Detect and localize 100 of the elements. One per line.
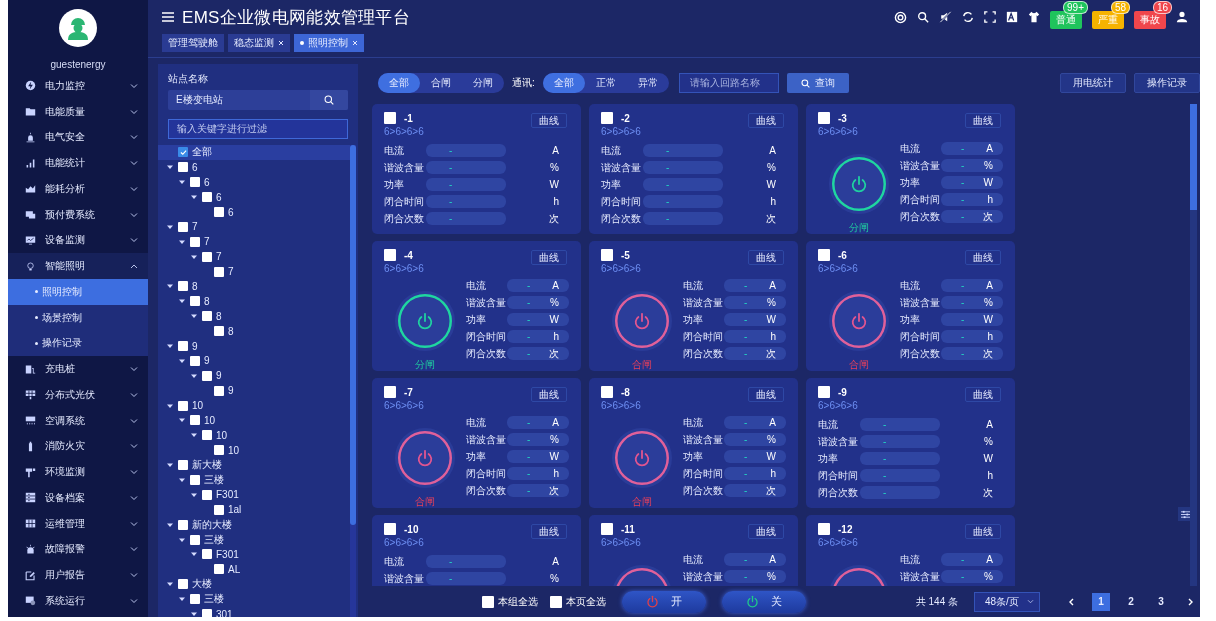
menu-item[interactable]: 分布式光伏 — [8, 382, 148, 408]
metric-label: 闭合时间 — [683, 466, 724, 481]
circuit-name: -2 — [621, 112, 630, 124]
tree-label[interactable]: F301 — [216, 489, 239, 501]
tree-label[interactable]: AL — [228, 563, 241, 575]
site-field[interactable]: E楼变电站 — [168, 90, 348, 110]
tree-label[interactable]: 8 — [192, 280, 198, 292]
menu-item[interactable]: 充电桩 — [8, 356, 148, 382]
metric-label: 闭合次数 — [900, 346, 941, 361]
page-size-select[interactable]: 48条/页 — [974, 591, 1040, 612]
menu-item[interactable]: 设备档案 — [8, 485, 148, 511]
action-button[interactable]: 用电统计 — [1060, 73, 1126, 93]
off-button[interactable]: 关 — [722, 590, 806, 613]
metric-unit: A — [985, 419, 994, 430]
metric-unit: A — [768, 145, 777, 156]
tree-label[interactable]: 三楼 — [204, 592, 224, 607]
menu-item[interactable]: 电气安全 — [8, 124, 148, 151]
circuit-path: 6>6>6>6 — [601, 126, 642, 137]
page-button[interactable]: 1 — [1092, 592, 1110, 611]
tree-label[interactable]: 7 — [204, 236, 210, 248]
action-button[interactable]: 操作记录 — [1134, 73, 1200, 93]
metric-value: - — [860, 486, 940, 499]
menu-item[interactable]: 智能照明 — [8, 253, 148, 279]
tree-label[interactable]: 7 — [228, 266, 234, 278]
tree-label[interactable]: 新的大楼 — [192, 517, 232, 532]
metric-label: 功率 — [466, 312, 487, 327]
tree-label[interactable]: 8 — [204, 295, 210, 307]
menu-item[interactable]: 环境监测 — [8, 459, 148, 485]
page-tab[interactable]: 照明控制 — [294, 34, 364, 52]
tree-label[interactable]: 三楼 — [204, 532, 224, 547]
tree-label[interactable]: 6 — [192, 161, 198, 173]
tree-label[interactable]: 10 — [216, 429, 228, 441]
menu-item[interactable]: 故障报警 — [8, 536, 148, 563]
submenu-item[interactable]: 操作记录 — [8, 330, 148, 357]
tree-label[interactable]: 9 — [192, 340, 198, 352]
curve-button[interactable]: 曲线 — [965, 523, 1001, 539]
submenu-item[interactable]: 场景控制 — [8, 304, 148, 331]
query-button[interactable]: 查询 — [786, 73, 849, 93]
curve-button[interactable]: 曲线 — [965, 249, 1001, 265]
menu-item[interactable]: 电力监控 — [8, 73, 148, 99]
tree-label[interactable]: 10 — [228, 444, 240, 456]
tree-label[interactable]: 6 — [204, 176, 210, 188]
menu-item[interactable]: 设备监测 — [8, 227, 148, 254]
page-button[interactable]: 2 — [1122, 592, 1140, 611]
curve-button[interactable]: 曲线 — [965, 386, 1001, 402]
metric-label: 闭合次数 — [818, 485, 859, 500]
tree-label[interactable]: 全部 — [192, 145, 212, 160]
tree-label[interactable]: F301 — [216, 549, 239, 560]
menu-item[interactable]: 运维管理 — [8, 510, 148, 537]
tree-label[interactable]: 9 — [204, 355, 210, 367]
curve-button[interactable]: 曲线 — [748, 112, 784, 128]
menu-item[interactable]: 预付费系统 — [8, 201, 148, 228]
menu-item[interactable]: 电能统计 — [8, 150, 148, 176]
tree-label[interactable]: 6 — [216, 191, 222, 203]
tree-label[interactable]: 大楼 — [192, 577, 212, 592]
filter-option[interactable]: 合闸 — [420, 73, 462, 93]
filter-option[interactable]: 全部 — [378, 73, 420, 93]
metric-label: 功率 — [683, 312, 704, 327]
metric-label: 谐波含量 — [601, 160, 642, 175]
curve-button[interactable]: 曲线 — [748, 249, 784, 265]
circuit-search-field[interactable]: 请输入回路名称 — [678, 73, 779, 93]
circuit-path: 6>6>6>6 — [818, 537, 859, 548]
menu-item[interactable]: 用户报告 — [8, 562, 148, 588]
filter-option[interactable]: 正常 — [584, 73, 627, 93]
curve-button[interactable]: 曲线 — [531, 112, 567, 128]
alert-badge[interactable]: 事故 — [1134, 11, 1166, 29]
tree-label[interactable]: 8 — [228, 325, 234, 337]
page-tab[interactable]: 管理驾驶舱 — [162, 34, 224, 52]
page-button[interactable]: 3 — [1152, 592, 1170, 611]
page-tab[interactable]: 稳态监测 — [228, 34, 290, 52]
tree-label[interactable]: 10 — [192, 400, 204, 412]
curve-button[interactable]: 曲线 — [531, 249, 567, 265]
filter-option[interactable]: 全部 — [542, 73, 585, 93]
tree-label[interactable]: 9 — [228, 385, 234, 397]
tree-label[interactable]: 10 — [204, 414, 216, 426]
menu-item[interactable]: 系统运行 — [8, 588, 148, 614]
curve-button[interactable]: 曲线 — [748, 386, 784, 402]
curve-button[interactable]: 曲线 — [531, 523, 567, 539]
menu-item[interactable]: 电能质量 — [8, 98, 148, 125]
menu-item[interactable]: 能耗分析 — [8, 176, 148, 202]
menu-item[interactable]: 消防火灾 — [8, 433, 148, 460]
curve-button[interactable]: 曲线 — [748, 523, 784, 539]
tree-label[interactable]: 7 — [216, 251, 222, 263]
metric-label: 闭合次数 — [900, 209, 941, 224]
filter-option[interactable]: 分闸 — [462, 73, 504, 93]
filter-field[interactable]: 输入关键字进行过滤 — [168, 119, 348, 139]
tree-label[interactable]: 8 — [216, 310, 222, 322]
menu-item[interactable]: 空调系统 — [8, 407, 148, 434]
on-button[interactable]: 开 — [622, 590, 706, 613]
tree-label[interactable]: 1al — [228, 504, 242, 516]
tree-label[interactable]: 三楼 — [204, 473, 224, 488]
tree-label[interactable]: 6 — [228, 206, 234, 218]
submenu-item[interactable]: 照明控制 — [8, 279, 148, 305]
curve-button[interactable]: 曲线 — [531, 386, 567, 402]
tree-label[interactable]: 新大楼 — [192, 458, 222, 473]
tree-label[interactable]: 7 — [192, 221, 198, 233]
tree-label[interactable]: 301 — [216, 608, 233, 617]
tree-label[interactable]: 9 — [216, 370, 222, 382]
filter-option[interactable]: 异常 — [626, 73, 669, 93]
curve-button[interactable]: 曲线 — [965, 112, 1001, 128]
